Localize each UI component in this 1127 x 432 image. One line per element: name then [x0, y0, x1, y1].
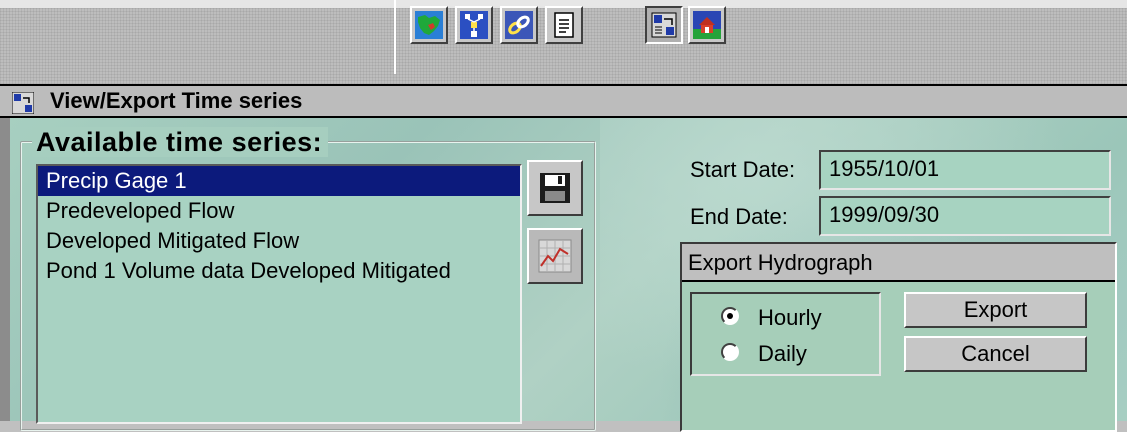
network-button[interactable] — [455, 6, 493, 44]
link-button[interactable] — [500, 6, 538, 44]
export-hydrograph-title: Export Hydrograph — [682, 244, 1115, 282]
network-icon — [460, 11, 488, 39]
timeseries-group-title: Available time series: — [32, 127, 329, 157]
link-icon — [505, 11, 533, 39]
list-item[interactable]: Developed Mitigated Flow — [38, 226, 520, 256]
hourly-label: Hourly — [758, 305, 822, 330]
list-item[interactable]: Precip Gage 1 — [38, 166, 520, 196]
start-date-field[interactable]: 1955/10/01 — [819, 150, 1111, 190]
export-icon — [12, 92, 34, 114]
end-date-field[interactable]: 1999/09/30 — [819, 196, 1111, 236]
map-icon — [415, 11, 443, 39]
cancel-button[interactable]: Cancel — [904, 336, 1087, 372]
export-icon — [651, 12, 677, 38]
hourly-radio[interactable] — [721, 307, 739, 325]
floppy-disk-icon — [540, 173, 570, 203]
map-button[interactable] — [410, 6, 448, 44]
window-title: View/Export Time series — [50, 88, 303, 113]
export-button[interactable]: Export — [904, 292, 1087, 328]
start-date-label: Start Date: — [690, 157, 796, 182]
house-icon — [693, 11, 721, 39]
report-icon — [554, 12, 574, 38]
graph-button[interactable] — [527, 228, 583, 284]
daily-label: Daily — [758, 341, 807, 366]
list-item[interactable]: Predeveloped Flow — [38, 196, 520, 226]
list-item[interactable]: Pond 1 Volume data Developed Mitigated — [38, 256, 520, 286]
house-button[interactable] — [688, 6, 726, 44]
timeseries-list[interactable]: Precip Gage 1 Predeveloped Flow Develope… — [36, 164, 522, 424]
line-graph-icon — [538, 239, 572, 273]
radio-dot — [727, 313, 733, 319]
daily-radio[interactable] — [721, 343, 739, 361]
report-button[interactable] — [545, 6, 583, 44]
end-date-label: End Date: — [690, 204, 788, 229]
save-button[interactable] — [527, 160, 583, 216]
export-timeseries-button[interactable] — [645, 6, 683, 44]
